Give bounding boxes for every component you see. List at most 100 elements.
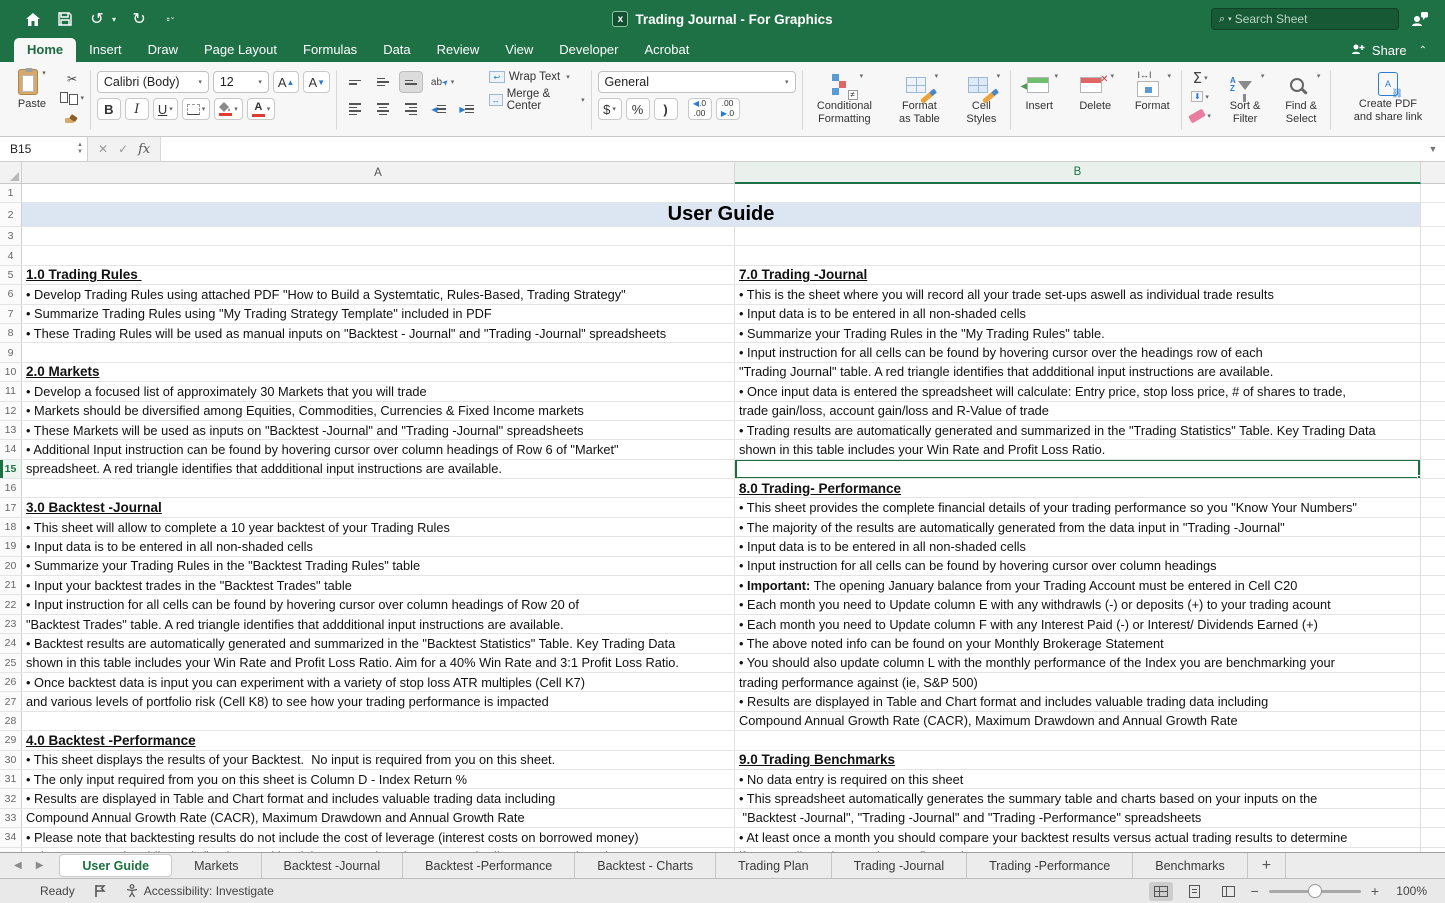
cell-A1[interactable] [22, 184, 735, 202]
cell-A4[interactable] [22, 246, 735, 264]
row-header-23[interactable]: 23 [0, 615, 22, 633]
row-header-17[interactable]: 17 [0, 498, 22, 516]
formula-bar-expand-icon[interactable]: ▼ [1421, 137, 1445, 161]
fill-handle[interactable] [1417, 475, 1421, 478]
search-scope-chevron-icon[interactable]: ▾ [1228, 15, 1232, 23]
cell-A17[interactable]: 3.0 Backtest -Journal [22, 498, 735, 516]
row-header-33[interactable]: 33 [0, 809, 22, 827]
increase-decimal-button[interactable]: ◀.0.00 [688, 98, 712, 120]
cell-B15[interactable] [735, 460, 1421, 478]
cell-C34[interactable] [1421, 828, 1445, 846]
row-header-19[interactable]: 19 [0, 537, 22, 555]
align-center-button[interactable] [371, 98, 395, 120]
comments-people-icon[interactable] [1411, 10, 1429, 28]
cell-A33[interactable]: Compound Annual Growth Rate (CACR), Maxi… [22, 809, 735, 827]
row-header-6[interactable]: 6 [0, 285, 22, 303]
cell-A8[interactable]: • These Trading Rules will be used as ma… [22, 324, 735, 342]
cell-B12[interactable]: trade gain/loss, account gain/loss and R… [735, 402, 1421, 420]
sheet-tab-trading--performance[interactable]: Trading -Performance [967, 853, 1133, 878]
cell-A16[interactable] [22, 479, 735, 497]
create-pdf-button[interactable]: A Create PDFand share link [1345, 69, 1431, 123]
cell-B16[interactable]: 8.0 Trading- Performance [735, 479, 1421, 497]
zoom-slider-thumb[interactable] [1308, 884, 1322, 898]
cell-C31[interactable] [1421, 770, 1445, 788]
ribbon-tab-developer[interactable]: Developer [546, 38, 631, 62]
cell-B10[interactable]: "Trading Journal" table. A red triangle … [735, 363, 1421, 381]
home-icon[interactable] [24, 10, 42, 28]
cell-B5[interactable]: 7.0 Trading -Journal [735, 266, 1421, 284]
cell-C3[interactable] [1421, 227, 1445, 245]
row-header-18[interactable]: 18 [0, 518, 22, 536]
row-header-21[interactable]: 21 [0, 576, 22, 594]
cell-A10[interactable]: 2.0 Markets [22, 363, 735, 381]
cell-B19[interactable]: • Input data is to be entered in all non… [735, 537, 1421, 555]
row-header-35[interactable]: 35 [0, 848, 22, 853]
cell-C20[interactable] [1421, 557, 1445, 575]
align-middle-button[interactable] [371, 71, 395, 93]
cell-C10[interactable] [1421, 363, 1445, 381]
insert-cells-button[interactable]: ◀ ▾ Insert [1017, 69, 1061, 134]
number-format-select[interactable]: General▾ [598, 71, 796, 93]
underline-button[interactable]: U▾ [153, 98, 178, 120]
bold-button[interactable]: B [97, 98, 121, 120]
name-box[interactable]: B15 ▲▼ [0, 137, 88, 161]
cell-A5[interactable]: 1.0 Trading Rules [22, 266, 735, 284]
copy-icon[interactable]: ▾ [60, 90, 84, 105]
row-header-29[interactable]: 29 [0, 731, 22, 749]
row-header-28[interactable]: 28 [0, 712, 22, 730]
row-header-8[interactable]: 8 [0, 324, 22, 342]
cell-A29[interactable]: 4.0 Backtest -Performance [22, 731, 735, 749]
italic-button[interactable]: I [125, 98, 149, 120]
row-header-3[interactable]: 3 [0, 227, 22, 245]
cell-A24[interactable]: • Backtest results are automatically gen… [22, 634, 735, 652]
cell-B9[interactable]: • Input instruction for all cells can be… [735, 343, 1421, 361]
cell-C5[interactable] [1421, 266, 1445, 284]
align-left-button[interactable] [343, 98, 367, 120]
ribbon-tab-acrobat[interactable]: Acrobat [632, 38, 703, 62]
cell-C35[interactable] [1421, 848, 1445, 853]
row-header-25[interactable]: 25 [0, 654, 22, 672]
cell-A3[interactable] [22, 227, 735, 245]
wrap-text-button[interactable]: ↩ Wrap Text▾ [489, 71, 585, 83]
sheet-tab-trading-plan[interactable]: Trading Plan [716, 853, 831, 878]
cell-C27[interactable] [1421, 692, 1445, 710]
cell-B35[interactable]: if your trading rules require any fine t… [735, 848, 1421, 853]
sort-filter-button[interactable]: AZ ▾ Sort &Filter [1222, 69, 1268, 134]
toolbar-options-icon[interactable]: ⹀⌄ [162, 10, 180, 28]
row-header-27[interactable]: 27 [0, 692, 22, 710]
sheet-tab-benchmarks[interactable]: Benchmarks [1133, 853, 1247, 878]
borders-button[interactable]: ▾ [182, 98, 211, 120]
fill-color-button[interactable]: ▾ [214, 98, 243, 120]
orientation-button[interactable]: ab➤▾ [427, 71, 458, 93]
cell-C19[interactable] [1421, 537, 1445, 555]
sheet-tab-user-guide[interactable]: User Guide [59, 854, 172, 877]
formula-input[interactable] [161, 137, 1421, 161]
format-as-table-button[interactable]: ▾ Formatas Table [890, 69, 948, 134]
cell-B21[interactable]: • Important: The opening January balance… [735, 576, 1421, 594]
fill-down-button[interactable]: ⬇▾ [1188, 89, 1212, 104]
cell-C13[interactable] [1421, 421, 1445, 439]
cell-B7[interactable]: • Input data is to be entered in all non… [735, 305, 1421, 323]
insert-function-icon[interactable]: fx [138, 142, 150, 157]
normal-view-icon[interactable] [1149, 882, 1173, 901]
ribbon-tab-home[interactable]: Home [14, 38, 76, 62]
cell-B6[interactable]: • This is the sheet where you will recor… [735, 285, 1421, 303]
sheet-tab-trading--journal[interactable]: Trading -Journal [832, 853, 968, 878]
row-header-7[interactable]: 7 [0, 305, 22, 323]
cell-B13[interactable]: • Trading results are automatically gene… [735, 421, 1421, 439]
cell-C18[interactable] [1421, 518, 1445, 536]
ribbon-tab-formulas[interactable]: Formulas [290, 38, 370, 62]
currency-format-button[interactable]: $▾ [598, 98, 622, 120]
row-header-5[interactable]: 5 [0, 266, 22, 284]
row-header-34[interactable]: 34 [0, 828, 22, 846]
cell-C22[interactable] [1421, 595, 1445, 613]
collapse-ribbon-icon[interactable]: ⌃ [1419, 45, 1427, 56]
cell-A34[interactable]: • Please note that backtesting results d… [22, 828, 735, 846]
cell-A30[interactable]: • This sheet displays the results of you… [22, 751, 735, 769]
cell-A20[interactable]: • Summarize your Trading Rules in the "B… [22, 557, 735, 575]
cell-C30[interactable] [1421, 751, 1445, 769]
cell-C11[interactable] [1421, 382, 1445, 400]
row-header-1[interactable]: 1 [0, 184, 22, 202]
cell-A23[interactable]: "Backtest Trades" table. A red triangle … [22, 615, 735, 633]
increase-font-button[interactable]: A▲ [273, 71, 300, 93]
